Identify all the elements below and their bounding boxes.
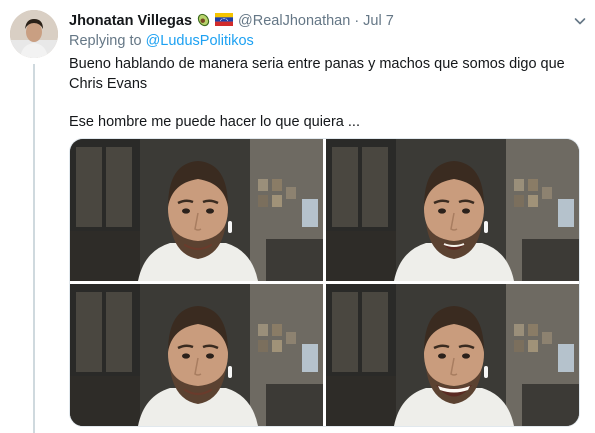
thread-line xyxy=(33,64,35,433)
photo-graphic xyxy=(70,139,323,281)
avocado-emoji xyxy=(196,12,211,31)
timestamp[interactable]: Jul 7 xyxy=(363,13,394,29)
media-photo-4[interactable] xyxy=(326,284,579,426)
photo-graphic xyxy=(326,139,579,281)
tweet-text: Bueno hablando de manera seria entre pan… xyxy=(69,55,589,133)
media-photo-1[interactable] xyxy=(70,139,323,281)
tweet-text-paragraph-2: Ese hombre me puede hacer lo que quiera … xyxy=(69,114,360,130)
separator-dot: · xyxy=(354,13,360,29)
media-grid xyxy=(69,138,580,427)
avatar-photo xyxy=(10,10,58,58)
photo-graphic xyxy=(70,284,323,426)
chevron-down-icon[interactable] xyxy=(571,12,589,30)
tweet-text-paragraph-1: Bueno hablando de manera seria entre pan… xyxy=(69,56,565,92)
media-photo-2[interactable] xyxy=(326,139,579,281)
tweet-header: Jhonatan Villegas @RealJhonathan · Jul 7 xyxy=(69,11,589,31)
avatar[interactable] xyxy=(10,10,58,58)
user-handle[interactable]: @RealJhonathan xyxy=(238,13,350,29)
photo-graphic xyxy=(326,284,579,426)
reply-mention-link[interactable]: @LudusPolitikos xyxy=(146,33,254,49)
venezuela-flag-emoji xyxy=(215,12,234,30)
replying-to-label: Replying to xyxy=(69,33,142,49)
display-name[interactable]: Jhonatan Villegas xyxy=(69,13,192,29)
media-photo-3[interactable] xyxy=(70,284,323,426)
replying-to: Replying to @LudusPolitikos xyxy=(69,33,254,49)
